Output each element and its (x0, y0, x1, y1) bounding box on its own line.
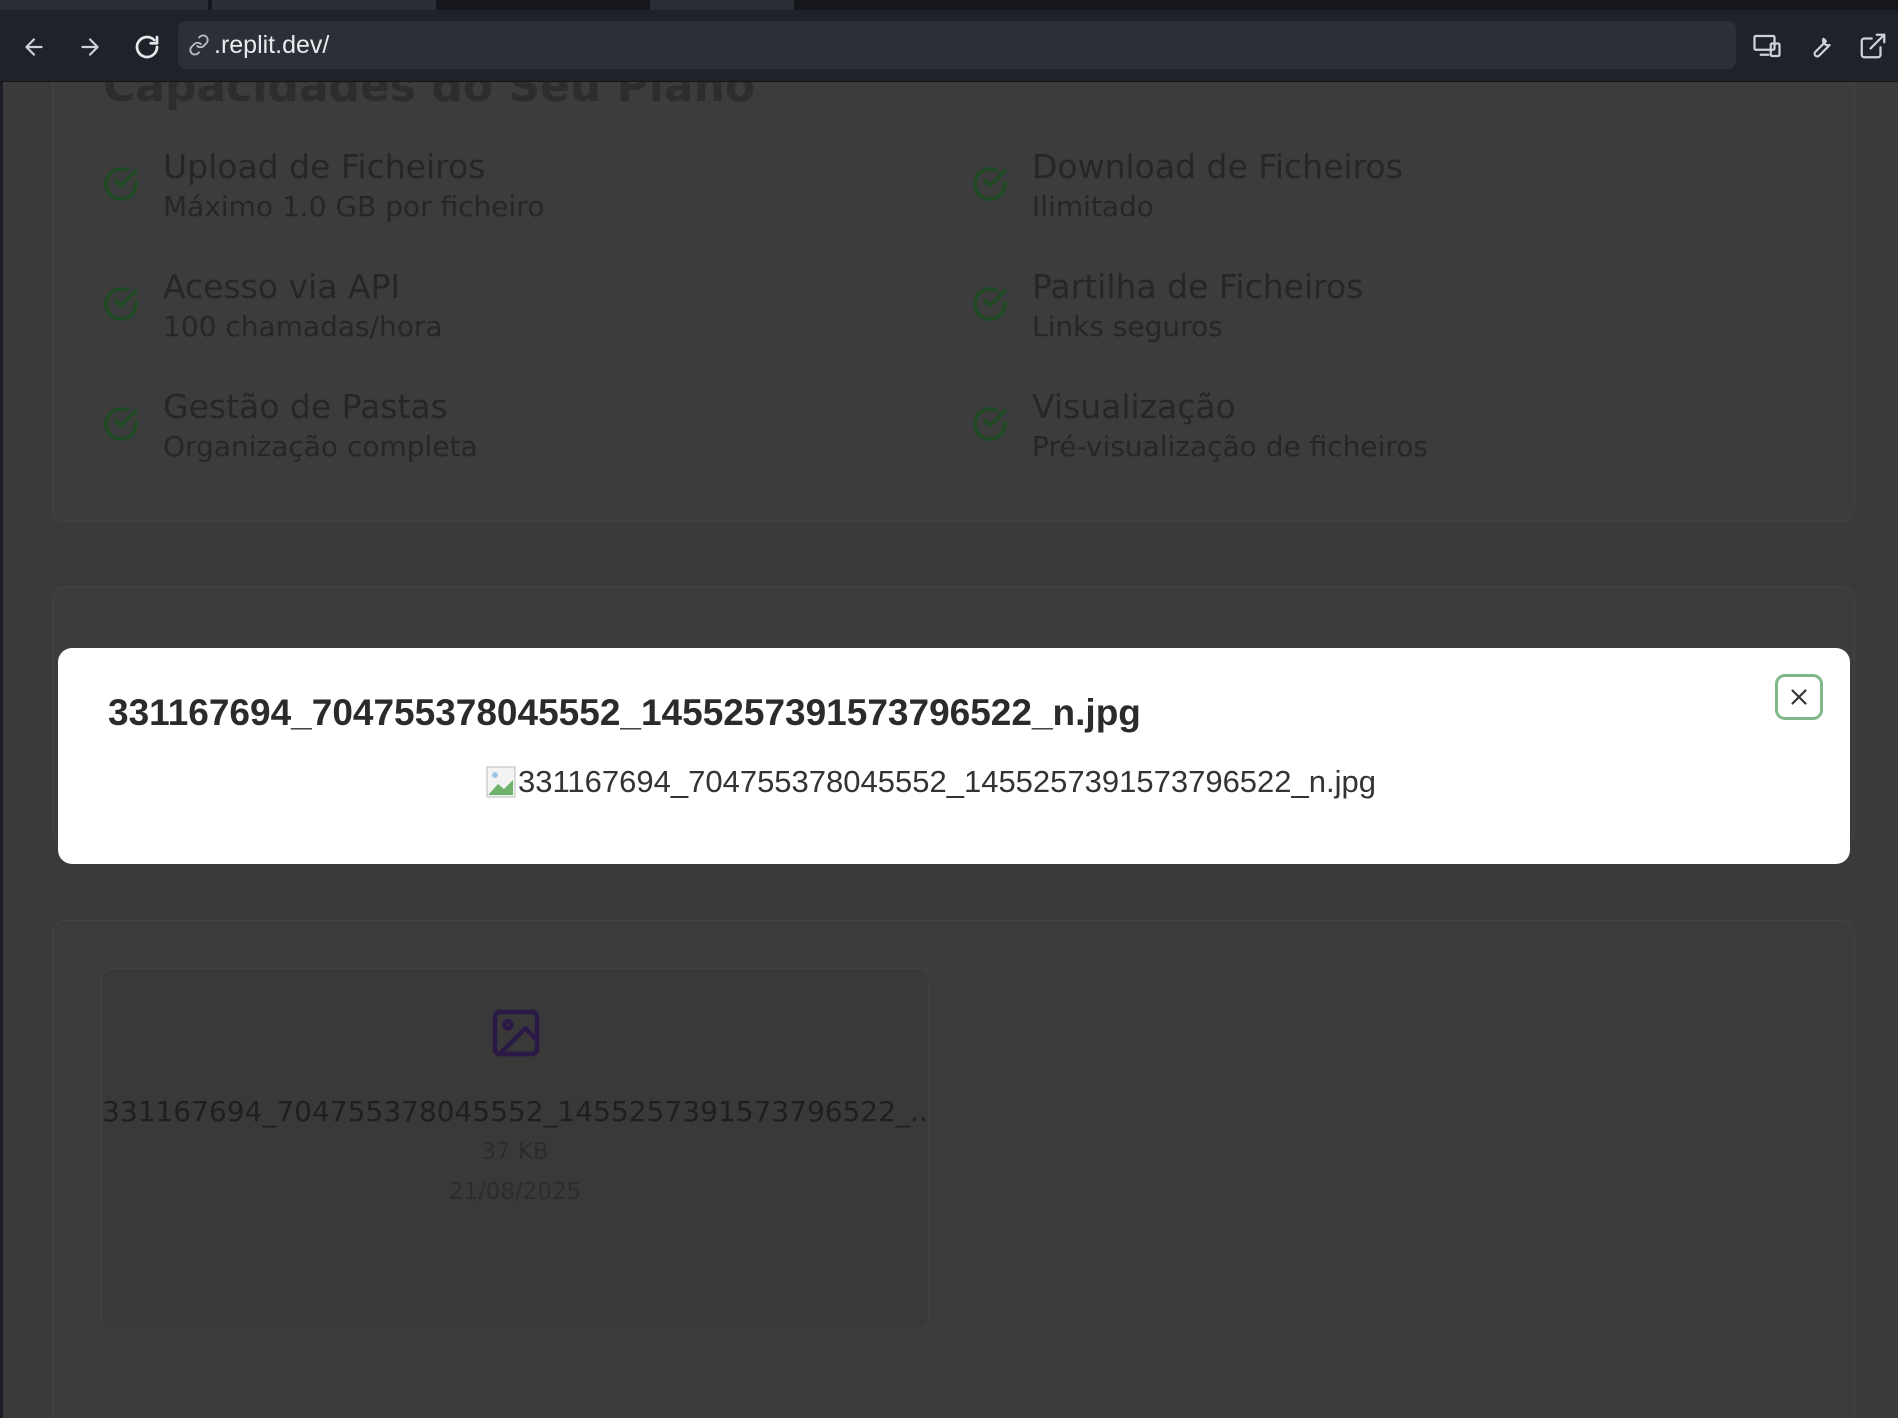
feature-item: Gestão de Pastas Organização completa (101, 386, 478, 466)
feature-title: Partilha de Ficheiros (1032, 267, 1364, 306)
tab[interactable] (0, 0, 208, 10)
url-text[interactable]: .replit.dev/ (214, 31, 329, 60)
file-name: 331167694_704755378045552_14552573915737… (102, 1095, 928, 1128)
feature-desc: Máximo 1.0 GB por ficheiro (163, 190, 545, 223)
devtools-button[interactable] (1802, 28, 1838, 64)
address-bar[interactable]: .replit.dev/ (178, 21, 1736, 69)
image-alt-text: 331167694_704755378045552_14552573915737… (518, 764, 1376, 799)
feature-desc: Ilimitado (1032, 190, 1154, 223)
capabilities-title: Capacidades do Seu Plano (103, 82, 756, 112)
tab[interactable] (212, 0, 436, 10)
image-file-icon (492, 1009, 540, 1057)
close-button[interactable] (1775, 674, 1823, 720)
arrow-right-icon (81, 38, 99, 56)
check-circle-icon (104, 407, 138, 441)
forward-button[interactable] (73, 30, 107, 64)
feature-title: Acesso via API (163, 267, 401, 306)
reload-icon (135, 35, 159, 59)
broken-image-icon (486, 766, 516, 798)
wrench-icon (1813, 37, 1831, 58)
check-circle-icon (973, 287, 1007, 321)
check-circle-icon (104, 287, 138, 321)
check-circle-icon (973, 407, 1007, 441)
feature-item: Download de Ficheiros Ilimitado (970, 146, 1403, 226)
feature-desc: Pré-visualização de ficheiros (1032, 430, 1429, 463)
tab[interactable] (650, 0, 794, 10)
check-circle-icon (973, 167, 1007, 201)
image-preview: 331167694_704755378045552_14552573915737… (486, 764, 1376, 800)
reload-button[interactable] (130, 30, 164, 64)
feature-item: Upload de Ficheiros Máximo 1.0 GB por fic… (101, 146, 544, 226)
feature-item: Acesso via API 100 chamadas/hora (101, 266, 443, 346)
feature-title: Download de Ficheiros (1032, 147, 1403, 186)
browser-toolbar: .replit.dev/ (0, 10, 1898, 82)
tab-strip (0, 0, 1898, 10)
arrow-left-icon (25, 38, 43, 56)
file-size: 37 KB (481, 1139, 549, 1165)
file-preview-modal: 331167694_704755378045552_14552573915737… (58, 648, 1850, 864)
feature-title: Gestão de Pastas (163, 387, 448, 426)
open-external-button[interactable] (1855, 28, 1891, 64)
back-button[interactable] (17, 30, 51, 64)
feature-desc: Organização completa (163, 430, 478, 463)
check-circle-icon (104, 167, 138, 201)
feature-item: Partilha de Ficheiros Links seguros (970, 266, 1363, 346)
external-link-icon (1860, 33, 1886, 59)
devices-button[interactable] (1749, 28, 1785, 64)
close-icon (1791, 689, 1807, 705)
file-date: 21/08/2025 (448, 1179, 582, 1205)
feature-title: Upload de Ficheiros (163, 147, 486, 186)
file-card[interactable]: 331167694_704755378045552_14552573915737… (101, 968, 929, 1330)
feature-desc: Links seguros (1032, 310, 1223, 343)
feature-item: Visualização Pré-visualização de ficheiro… (970, 386, 1428, 466)
feature-desc: 100 chamadas/hora (163, 310, 443, 343)
link-icon (186, 32, 212, 58)
devices-icon (1753, 34, 1781, 58)
modal-title: 331167694_704755378045552_14552573915737… (108, 692, 1141, 733)
feature-title: Visualização (1032, 387, 1236, 426)
